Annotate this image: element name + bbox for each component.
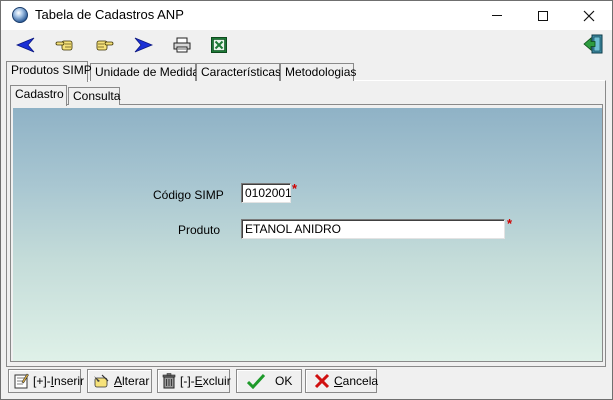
close-button[interactable] [566, 1, 612, 30]
minimize-button[interactable] [474, 1, 520, 30]
tab-consulta[interactable]: Consulta [68, 87, 120, 105]
window-title: Tabela de Cadastros ANP [35, 7, 184, 22]
alterar-hotkey: A [114, 374, 123, 388]
required-marker: * [507, 216, 513, 231]
close-icon [583, 10, 595, 21]
trash-icon [162, 373, 176, 389]
exit-button[interactable] [582, 34, 604, 54]
alterar-label-rest: lterar [122, 374, 150, 388]
insert-note-icon [13, 373, 29, 389]
arrow-left-blue-icon [16, 37, 35, 53]
cancela-button[interactable]: Cancela [305, 369, 379, 393]
checkmark-icon [247, 373, 265, 389]
hand-right-button[interactable] [93, 35, 115, 55]
tab-produtos-simp[interactable]: Produtos SIMP [6, 61, 92, 82]
ok-button[interactable]: OK [236, 369, 302, 393]
tab-label: Cadastro [15, 87, 64, 101]
excluir-hotkey: E [194, 374, 203, 388]
edit-hand-icon [92, 373, 110, 389]
back-button[interactable] [15, 35, 37, 55]
inserir-button[interactable]: [+]- Inserir [8, 369, 85, 393]
minimize-icon [492, 15, 502, 16]
maximize-icon [538, 10, 548, 21]
excluir-label-rest: xcluir [202, 374, 231, 388]
tab-label: Produtos SIMP [11, 63, 92, 77]
excel-button[interactable] [208, 35, 230, 55]
tab-label: Metodologias [285, 65, 357, 79]
alterar-button[interactable]: Alterar [87, 369, 152, 393]
exit-door-icon [583, 34, 603, 54]
forward-button[interactable] [132, 35, 154, 55]
main-tab-bar: Produtos SIMP Unidade de Medida Caracter… [6, 61, 606, 82]
ok-label: OK [275, 374, 293, 388]
tab-label: Unidade de Medida [95, 65, 200, 79]
main-window: Tabela de Cadastros ANP Produtos SIMP Un… [0, 0, 613, 400]
form-area: Código SIMP 0102001 * Produto ETANOL ANI… [13, 108, 602, 361]
maximize-button[interactable] [520, 1, 566, 30]
arrow-right-blue-icon [134, 37, 153, 53]
action-bar: [+]- Inserir Alterar [-]- Excluir OK C a… [1, 367, 612, 399]
cancela-label-rest: ancela [342, 374, 379, 388]
tab-label: Consulta [73, 89, 121, 103]
cancela-hotkey: C [334, 374, 343, 388]
app-globe-icon [12, 7, 28, 23]
pointing-hand-right-icon [96, 40, 114, 51]
inserir-prefix: [+]- [33, 374, 51, 388]
pointing-hand-left-icon [55, 40, 73, 51]
tab-metodologias[interactable]: Metodologias [280, 63, 357, 81]
toolbar [1, 30, 612, 60]
cancel-x-icon [314, 373, 330, 389]
excluir-prefix: [-]- [180, 374, 195, 388]
excel-icon [211, 37, 227, 53]
inserir-label-rest: nserir [54, 374, 85, 388]
hand-left-button[interactable] [54, 35, 76, 55]
printer-icon [173, 37, 191, 53]
print-button[interactable] [171, 35, 193, 55]
excluir-button[interactable]: [-]- Excluir [157, 369, 231, 393]
codigo-simp-field[interactable]: 0102001 [241, 183, 292, 203]
tab-label: Características [201, 65, 282, 79]
tab-caracteristicas[interactable]: Características [196, 63, 282, 81]
sub-tab-bar: Cadastro Consulta [10, 85, 600, 106]
required-marker: * [292, 181, 298, 196]
title-bar: Tabela de Cadastros ANP [1, 1, 612, 30]
tab-unidade-de-medida[interactable]: Unidade de Medida [90, 63, 200, 81]
produto-field[interactable]: ETANOL ANIDRO [241, 219, 505, 239]
produto-label: Produto [178, 223, 221, 237]
tab-cadastro[interactable]: Cadastro [10, 85, 67, 106]
codigo-simp-label: Código SIMP [153, 188, 224, 202]
